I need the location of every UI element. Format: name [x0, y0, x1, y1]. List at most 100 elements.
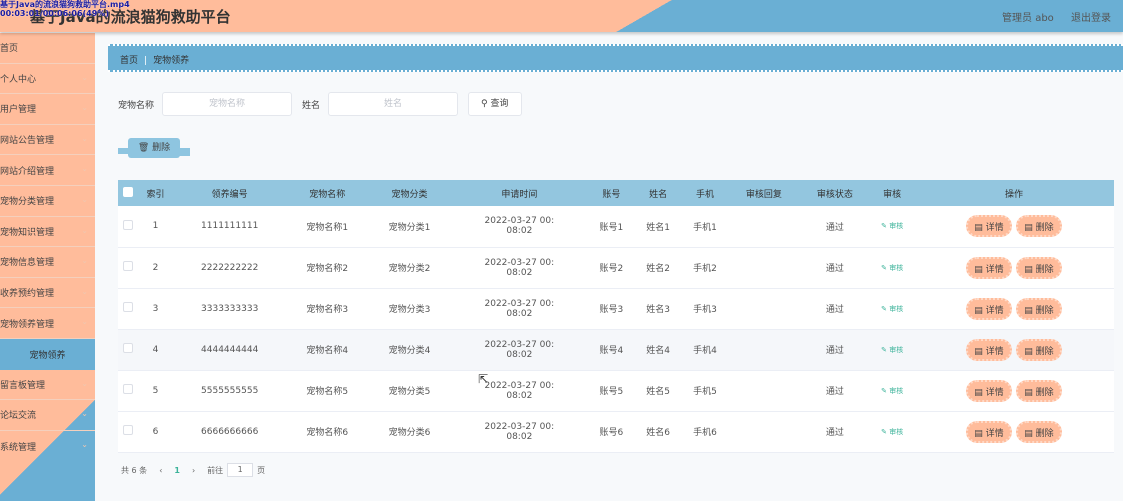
chevron-down-icon: ⌄: [81, 439, 88, 449]
sidebar-item[interactable]: 首页: [0, 33, 95, 64]
cell-account: 账号2: [588, 247, 635, 289]
sidebar-item[interactable]: 宠物分类管理 ⌄: [0, 186, 95, 217]
select-all-checkbox[interactable]: [122, 186, 133, 197]
trash-icon: ▤: [1024, 387, 1036, 398]
table-row: 5 5555555555 宠物名称5 宠物分类5 2022-03-27 00: 0…: [118, 370, 1114, 412]
cell-account: 账号5: [588, 370, 635, 412]
detail-button[interactable]: ▤ 详情: [966, 215, 1012, 238]
row-checkbox[interactable]: [122, 219, 133, 230]
time-line1: 2022-03-27 00:: [484, 216, 555, 227]
video-time: 00:03:01/00:06:06(49%): [0, 9, 109, 18]
sidebar-item[interactable]: 收养预约管理 ⌄: [0, 278, 95, 309]
cell-adoption-no: 2222222222: [173, 247, 287, 289]
row-checkbox[interactable]: [122, 343, 133, 353]
cell-status: 通过: [799, 288, 871, 330]
row-checkbox[interactable]: [122, 384, 133, 394]
trash-icon: ▤: [1024, 223, 1036, 234]
audit-link[interactable]: ✎ 审核: [881, 387, 903, 395]
cell-account: 账号3: [588, 288, 635, 330]
sidebar-item[interactable]: 宠物知识管理 ⌄: [0, 217, 95, 248]
sidebar-item[interactable]: 论坛交流 ⌄: [0, 400, 95, 431]
sidebar-item[interactable]: 用户管理 ⌄: [0, 94, 95, 125]
edit-icon: ✎: [881, 386, 890, 395]
column-header: 审核: [870, 180, 914, 206]
sidebar-item[interactable]: 系统管理 ⌄: [0, 431, 95, 462]
breadcrumb-home[interactable]: 首页: [120, 56, 138, 66]
delete-label: 删除: [1035, 264, 1054, 275]
audit-link[interactable]: ✎ 审核: [881, 264, 903, 272]
audit-link[interactable]: ✎ 审核: [881, 305, 903, 313]
query-label: 查询: [490, 99, 509, 109]
delete-button[interactable]: ▤ 删除: [1016, 215, 1062, 238]
cell-index: 4: [137, 329, 174, 371]
time-line2: 08:02: [506, 349, 533, 360]
video-filename: 基于Java的流浪猫狗救助平台.mp4: [0, 0, 130, 9]
goto-page-input[interactable]: 1: [227, 463, 254, 477]
trash-icon: ▤: [1024, 346, 1036, 357]
detail-button[interactable]: ▤ 详情: [966, 338, 1012, 361]
time-line2: 08:02: [506, 390, 533, 401]
cell-status: 通过: [799, 411, 871, 453]
audit-link[interactable]: ✎ 审核: [881, 428, 903, 436]
sidebar-item[interactable]: 个人中心 ⌄: [0, 64, 95, 95]
cell-adoption-no: 3333333333: [173, 288, 287, 330]
audit-label: 审核: [889, 222, 904, 231]
name-input[interactable]: 姓名: [328, 92, 459, 116]
cell-index: 3: [137, 288, 174, 330]
row-checkbox[interactable]: [122, 425, 133, 435]
time-line2: 08:02: [506, 226, 533, 237]
sidebar-item[interactable]: 网站公告管理 ⌄: [0, 125, 95, 156]
sidebar-item[interactable]: 留言板管理 ⌄: [0, 370, 95, 401]
trash-icon: ▤: [1024, 305, 1036, 316]
sidebar-item-label: 首页: [0, 44, 19, 55]
sidebar-item[interactable]: 网站介绍管理 ⌄: [0, 155, 95, 186]
select-all-header: [118, 180, 138, 206]
document-icon: ▤: [974, 428, 986, 439]
delete-button[interactable]: ▤ 删除: [1016, 338, 1062, 361]
sidebar-item-label: 留言板管理: [0, 380, 46, 391]
query-button[interactable]: ⚲ 查询: [468, 92, 522, 116]
detail-button[interactable]: ▤ 详情: [966, 420, 1012, 443]
delete-button[interactable]: ▤ 删除: [1016, 256, 1062, 279]
detail-label: 详情: [985, 305, 1004, 316]
row-checkbox[interactable]: [122, 261, 133, 271]
detail-button[interactable]: ▤ 详情: [966, 297, 1012, 320]
trash-icon: 🗑: [137, 143, 153, 153]
cell-account: 账号1: [588, 206, 635, 248]
row-checkbox[interactable]: [122, 302, 133, 312]
cell-index: 1: [137, 206, 174, 248]
pet-name-input[interactable]: 宠物名称: [162, 92, 293, 116]
logout-link[interactable]: 退出登录: [1071, 13, 1111, 24]
document-icon: ▤: [974, 223, 986, 234]
cell-reply: [728, 329, 800, 371]
cell-pet-category: 宠物分类5: [368, 370, 451, 412]
detail-button[interactable]: ▤ 详情: [966, 256, 1012, 279]
audit-link[interactable]: ✎ 审核: [881, 346, 903, 354]
batch-delete-button[interactable]: 🗑 删除: [118, 138, 190, 158]
audit-label: 审核: [889, 386, 904, 395]
chevron-down-icon: ⌄: [81, 378, 88, 388]
time-line2: 08:02: [506, 431, 533, 442]
detail-label: 详情: [985, 428, 1004, 439]
cell-phone: 手机3: [681, 288, 729, 330]
prev-page-icon[interactable]: ‹: [159, 466, 162, 475]
detail-button[interactable]: ▤ 详情: [966, 379, 1012, 402]
delete-button[interactable]: ▤ 删除: [1016, 297, 1062, 320]
chevron-down-icon: ⌄: [81, 225, 88, 235]
name-label: 姓名: [302, 100, 321, 111]
sidebar-item[interactable]: 宠物领养: [0, 338, 95, 370]
goto-label: 前往: [207, 465, 224, 475]
audit-link[interactable]: ✎ 审核: [881, 222, 903, 230]
delete-label: 删除: [1035, 387, 1054, 398]
page-number[interactable]: 1: [174, 466, 180, 475]
cell-phone: 手机1: [681, 206, 729, 248]
cell-phone: 手机2: [681, 247, 729, 289]
delete-button[interactable]: ▤ 删除: [1016, 420, 1062, 443]
edit-icon: ✎: [881, 345, 890, 354]
sidebar-item[interactable]: 宠物信息管理 ⌄: [0, 247, 95, 278]
next-page-icon[interactable]: ›: [192, 466, 195, 475]
sidebar-item[interactable]: 宠物领养管理 ⌄: [0, 308, 95, 339]
cell-reply: [728, 206, 800, 248]
column-header: 索引: [137, 180, 174, 206]
delete-button[interactable]: ▤ 删除: [1016, 379, 1062, 402]
